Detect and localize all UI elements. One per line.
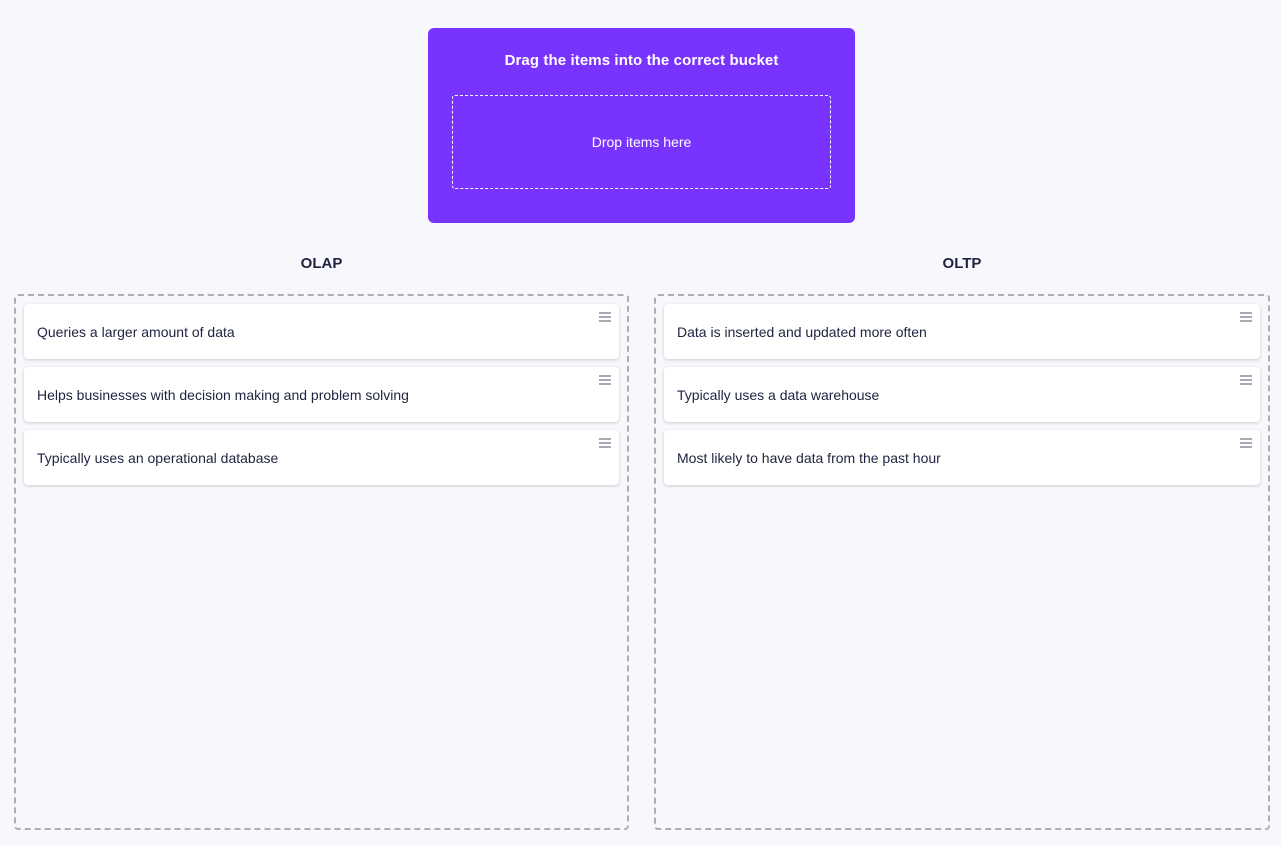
item-label: Typically uses a data warehouse bbox=[677, 386, 880, 403]
draggable-item[interactable]: Typically uses an operational database bbox=[24, 430, 619, 485]
draggable-item[interactable]: Most likely to have data from the past h… bbox=[664, 430, 1260, 485]
bucket-dropzone-olap[interactable]: Queries a larger amount of data Helps bu… bbox=[14, 294, 629, 830]
drag-handle-icon[interactable] bbox=[1240, 312, 1252, 322]
drag-handle-icon[interactable] bbox=[599, 375, 611, 385]
source-title: Drag the items into the correct bucket bbox=[504, 52, 779, 69]
draggable-item[interactable]: Queries a larger amount of data bbox=[24, 304, 619, 359]
item-label: Queries a larger amount of data bbox=[37, 323, 235, 340]
drag-handle-icon[interactable] bbox=[599, 312, 611, 322]
item-label: Typically uses an operational database bbox=[37, 449, 279, 466]
item-label: Data is inserted and updated more often bbox=[677, 323, 927, 340]
drag-handle-icon[interactable] bbox=[599, 438, 611, 448]
draggable-item[interactable]: Typically uses a data warehouse bbox=[664, 367, 1260, 422]
source-dropzone[interactable]: Drop items here bbox=[452, 95, 831, 189]
item-label: Most likely to have data from the past h… bbox=[677, 449, 941, 466]
drag-handle-icon[interactable] bbox=[1240, 375, 1252, 385]
source-dropzone-label: Drop items here bbox=[591, 134, 692, 150]
item-label: Helps businesses with decision making an… bbox=[37, 386, 409, 403]
draggable-item[interactable]: Data is inserted and updated more often bbox=[664, 304, 1260, 359]
bucket-dropzone-oltp[interactable]: Data is inserted and updated more often … bbox=[654, 294, 1270, 830]
bucket-title: OLAP bbox=[300, 255, 343, 272]
source-panel: Drag the items into the correct bucket D… bbox=[428, 28, 855, 223]
draggable-item[interactable]: Helps businesses with decision making an… bbox=[24, 367, 619, 422]
bucket-oltp: OLTP Data is inserted and updated more o… bbox=[654, 250, 1270, 830]
drag-drop-exercise: Drag the items into the correct bucket D… bbox=[0, 0, 1281, 846]
drag-handle-icon[interactable] bbox=[1240, 438, 1252, 448]
bucket-olap: OLAP Queries a larger amount of data Hel… bbox=[14, 250, 629, 830]
bucket-title: OLTP bbox=[942, 255, 982, 272]
